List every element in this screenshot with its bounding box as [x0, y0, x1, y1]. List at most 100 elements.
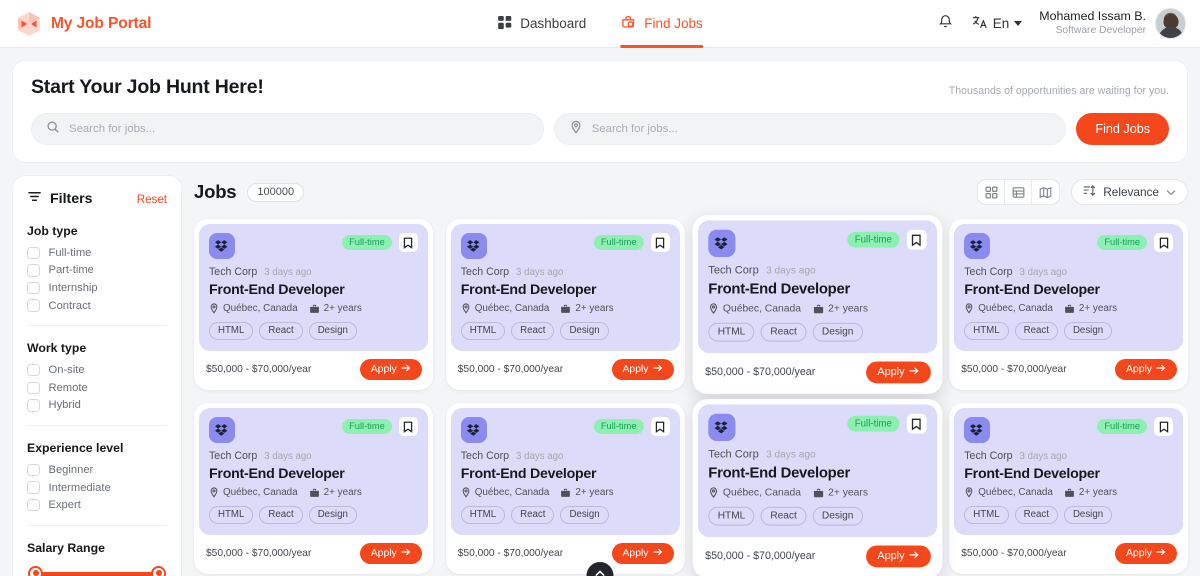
- apply-button[interactable]: Apply: [1115, 543, 1177, 564]
- job-tag[interactable]: React: [1014, 506, 1058, 524]
- job-tag[interactable]: Design: [1063, 506, 1113, 524]
- posted-date: 3 days ago: [264, 451, 312, 462]
- job-card-footer: $50,000 - $70,000/year Apply: [451, 535, 680, 569]
- slider-handle-min[interactable]: [28, 565, 43, 576]
- job-tag[interactable]: React: [259, 322, 303, 340]
- job-tag[interactable]: HTML: [964, 506, 1009, 524]
- salary-range-slider[interactable]: [28, 565, 166, 576]
- job-tag[interactable]: Design: [560, 506, 609, 524]
- job-card[interactable]: Full-time Tech Corp 3 days ago Front-End…: [445, 219, 685, 390]
- job-card[interactable]: Full-time Tech Corp 3 days ago Front-End…: [949, 219, 1188, 390]
- job-location: Québec, Canada: [461, 487, 549, 498]
- nav-item-dashboard[interactable]: Dashboard: [497, 0, 586, 48]
- filter-option-part-time[interactable]: Part-time: [27, 262, 167, 280]
- filter-option-intermediate[interactable]: Intermediate: [27, 479, 167, 497]
- checkbox-intermediate[interactable]: [27, 481, 40, 494]
- filter-option-remote[interactable]: Remote: [27, 379, 167, 397]
- job-tag[interactable]: React: [760, 506, 806, 526]
- job-tag[interactable]: HTML: [460, 322, 506, 340]
- job-tag[interactable]: HTML: [707, 322, 755, 342]
- apply-button[interactable]: Apply: [359, 359, 422, 380]
- job-tag[interactable]: Design: [560, 322, 609, 340]
- job-tag[interactable]: React: [1014, 322, 1058, 340]
- bookmark-button[interactable]: [906, 229, 926, 250]
- job-tag[interactable]: React: [511, 506, 555, 524]
- filter-option-expert[interactable]: Expert: [27, 496, 167, 514]
- job-location: Québec, Canada: [708, 303, 800, 314]
- filter-option-beginner[interactable]: Beginner: [27, 461, 167, 479]
- job-card[interactable]: Full-time Tech Corp 3 days ago Front-End…: [194, 403, 433, 574]
- bookmark-button[interactable]: [398, 233, 418, 252]
- job-card-header: Full-time: [964, 417, 1173, 443]
- checkbox-expert[interactable]: [27, 498, 40, 512]
- filter-option-contract[interactable]: Contract: [27, 297, 167, 315]
- arrow-right-icon: [401, 364, 411, 375]
- filter-option-on-site[interactable]: On-site: [27, 361, 167, 379]
- job-card[interactable]: Full-time Tech Corp 3 days ago Front-End…: [445, 403, 685, 574]
- filter-option-internship[interactable]: Internship: [27, 279, 167, 297]
- job-tag[interactable]: HTML: [964, 322, 1009, 340]
- job-type-badge: Full-time: [593, 234, 644, 251]
- language-selector[interactable]: En: [971, 14, 1023, 33]
- apply-button[interactable]: Apply: [359, 543, 422, 564]
- checkbox-remote[interactable]: [27, 381, 40, 395]
- checkbox-contract[interactable]: [27, 299, 40, 312]
- label-intermediate: Intermediate: [48, 481, 111, 494]
- job-tag[interactable]: React: [259, 506, 303, 524]
- job-card[interactable]: Full-time Tech Corp 3 days ago Front-End…: [692, 399, 942, 576]
- job-tag[interactable]: Design: [1063, 322, 1113, 340]
- job-tag[interactable]: Design: [308, 322, 357, 340]
- find-jobs-button[interactable]: Find Jobs: [1076, 113, 1170, 145]
- nav-item-find-jobs[interactable]: Find Jobs: [620, 0, 703, 48]
- filter-group-work-type: Work type On-site Remote Hybrid: [27, 341, 167, 414]
- job-experience-text: 2+ years: [827, 486, 868, 499]
- keyword-search-field[interactable]: Search for jobs...: [31, 113, 544, 145]
- job-tag[interactable]: HTML: [209, 322, 254, 340]
- checkbox-full-time[interactable]: [27, 246, 40, 260]
- job-title: Front-End Developer: [707, 464, 850, 482]
- apply-button[interactable]: Apply: [865, 545, 931, 568]
- filter-option-hybrid[interactable]: Hybrid: [27, 397, 167, 415]
- avatar[interactable]: [1155, 8, 1186, 39]
- checkbox-on-site[interactable]: [27, 363, 40, 377]
- user-menu[interactable]: Mohamed Issam B. Software Developer: [1039, 8, 1186, 39]
- job-tag[interactable]: HTML: [209, 506, 254, 524]
- list-view-icon[interactable]: [1005, 180, 1033, 204]
- apply-button[interactable]: Apply: [611, 359, 674, 380]
- job-card[interactable]: Full-time Tech Corp 3 days ago Front-End…: [692, 215, 942, 394]
- job-tag[interactable]: React: [511, 322, 555, 340]
- job-card[interactable]: Full-time Tech Corp 3 days ago Front-End…: [194, 219, 433, 390]
- apply-button[interactable]: Apply: [865, 361, 931, 384]
- brand-logo[interactable]: My Job Portal: [16, 11, 151, 37]
- bookmark-button[interactable]: [650, 417, 670, 436]
- checkbox-beginner[interactable]: [27, 463, 40, 477]
- job-tag[interactable]: HTML: [460, 506, 506, 524]
- posted-date: 3 days ago: [264, 267, 312, 278]
- location-search-field[interactable]: Search for jobs...: [553, 113, 1067, 145]
- checkbox-part-time[interactable]: [27, 264, 40, 277]
- arrow-right-icon: [652, 364, 663, 375]
- bookmark-button[interactable]: [398, 417, 418, 436]
- company-logo-icon: [707, 229, 735, 257]
- job-tag[interactable]: React: [760, 322, 806, 342]
- bookmark-button[interactable]: [1154, 417, 1173, 436]
- job-card[interactable]: Full-time Tech Corp 3 days ago Front-End…: [949, 403, 1188, 574]
- bookmark-button[interactable]: [1154, 233, 1173, 252]
- bell-icon[interactable]: [937, 13, 954, 35]
- checkbox-hybrid[interactable]: [27, 399, 40, 412]
- job-tag[interactable]: Design: [308, 506, 357, 524]
- job-tag[interactable]: HTML: [707, 506, 755, 526]
- apply-button[interactable]: Apply: [1115, 359, 1177, 380]
- job-tag[interactable]: Design: [811, 506, 863, 526]
- apply-button[interactable]: Apply: [611, 543, 674, 564]
- job-tag[interactable]: Design: [811, 322, 863, 342]
- sort-dropdown[interactable]: Relevance: [1071, 179, 1188, 205]
- slider-handle-max[interactable]: [151, 565, 166, 576]
- filter-option-full-time[interactable]: Full-time: [27, 244, 167, 262]
- checkbox-internship[interactable]: [27, 281, 40, 295]
- bookmark-button[interactable]: [650, 233, 670, 252]
- map-view-icon[interactable]: [1032, 180, 1059, 204]
- bookmark-button[interactable]: [906, 413, 926, 434]
- reset-filters-button[interactable]: Reset: [137, 193, 167, 206]
- grid-view-icon[interactable]: [978, 180, 1006, 204]
